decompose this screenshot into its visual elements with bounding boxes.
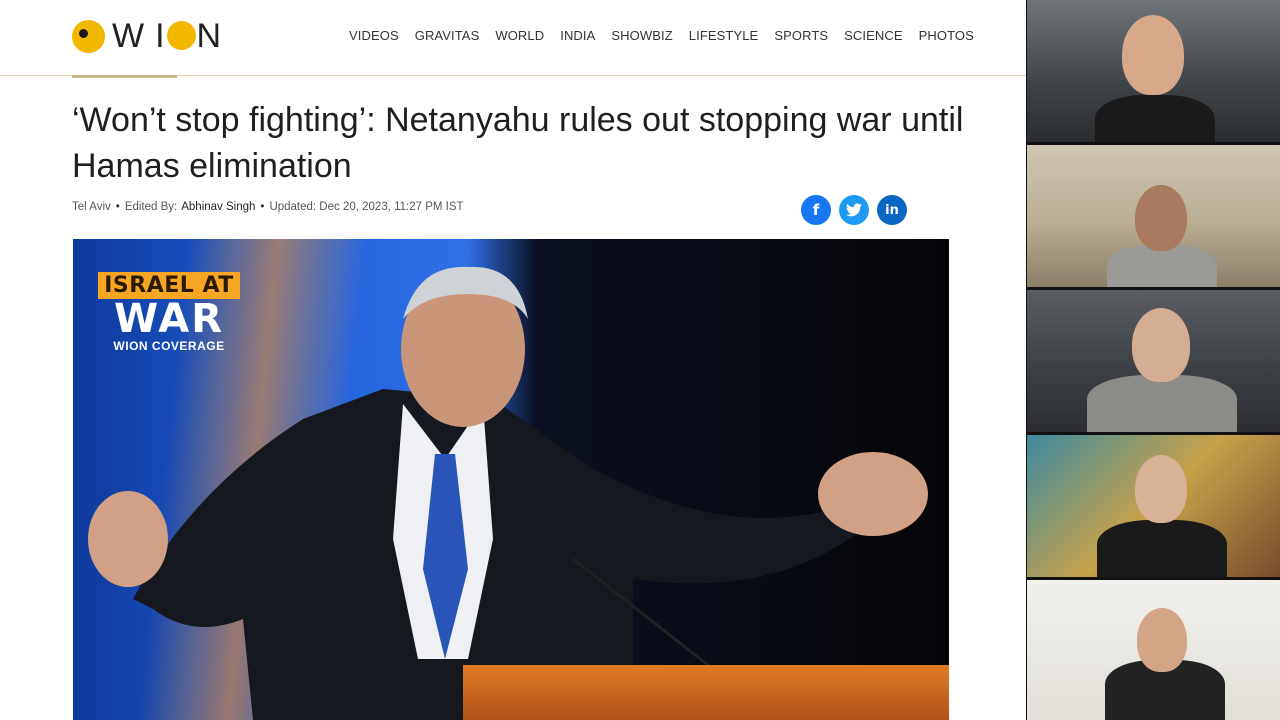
participant-body (1097, 520, 1227, 577)
nav-videos[interactable]: VIDEOS (349, 28, 399, 43)
logo-mark-icon (72, 19, 105, 53)
hero-image[interactable]: ISRAEL AT WAR WION COVERAGE (73, 239, 949, 720)
participant-head (1135, 185, 1187, 251)
speaker-figure (88, 266, 928, 720)
wion-logo[interactable]: WIN (72, 19, 222, 53)
video-tile-participant-2[interactable] (1027, 145, 1280, 287)
facebook-icon: f (812, 201, 820, 219)
facebook-share-button[interactable]: f (801, 195, 831, 225)
byline-separator: • (115, 201, 120, 213)
nav-photos[interactable]: PHOTOS (919, 28, 974, 43)
video-call-panel (1026, 0, 1280, 720)
nav-gravitas[interactable]: GRAVITAS (415, 28, 480, 43)
nav-lifestyle[interactable]: LIFESTYLE (689, 28, 759, 43)
nav-india[interactable]: INDIA (560, 28, 595, 43)
logo-text: WIN (112, 17, 223, 55)
participant-body (1107, 245, 1217, 287)
article-headline: ‘Won’t stop fighting’: Netanyahu rules o… (72, 101, 964, 185)
video-tile-participant-5[interactable] (1027, 580, 1280, 720)
byline-updated: Updated: Dec 20, 2023, 11:27 PM IST (269, 201, 464, 213)
nav-world[interactable]: WORLD (495, 28, 544, 43)
byline-location: Tel Aviv (72, 201, 111, 213)
twitter-share-button[interactable] (839, 195, 869, 225)
video-tile-participant-3[interactable] (1027, 290, 1280, 432)
linkedin-share-button[interactable]: in (877, 195, 907, 225)
video-tile-participant-4[interactable] (1027, 435, 1280, 577)
linkedin-icon: in (885, 202, 899, 218)
participant-head (1135, 455, 1187, 523)
participant-body (1095, 95, 1215, 142)
article-byline: Tel Aviv • Edited By: Abhinav Singh • Up… (72, 201, 464, 213)
nav-showbiz[interactable]: SHOWBIZ (611, 28, 672, 43)
byline-separator: • (260, 201, 265, 213)
video-tile-participant-1[interactable] (1027, 0, 1280, 142)
podium (463, 665, 949, 720)
participant-head (1132, 308, 1190, 382)
header-accent-line (72, 75, 177, 78)
participant-head (1137, 608, 1187, 672)
participant-head (1122, 15, 1184, 95)
main-nav: VIDEOS GRAVITAS WORLD INDIA SHOWBIZ LIFE… (349, 28, 990, 43)
nav-science[interactable]: SCIENCE (844, 28, 903, 43)
article-page: WIN VIDEOS GRAVITAS WORLD INDIA SHOWBIZ … (0, 0, 1026, 720)
byline-edited-label: Edited By: (124, 201, 178, 213)
site-header: WIN VIDEOS GRAVITAS WORLD INDIA SHOWBIZ … (0, 0, 1026, 76)
participant-body (1087, 375, 1237, 432)
byline-editor[interactable]: Abhinav Singh (181, 201, 255, 213)
twitter-icon (846, 203, 862, 217)
share-buttons: f in (801, 195, 907, 225)
nav-sports[interactable]: SPORTS (774, 28, 828, 43)
